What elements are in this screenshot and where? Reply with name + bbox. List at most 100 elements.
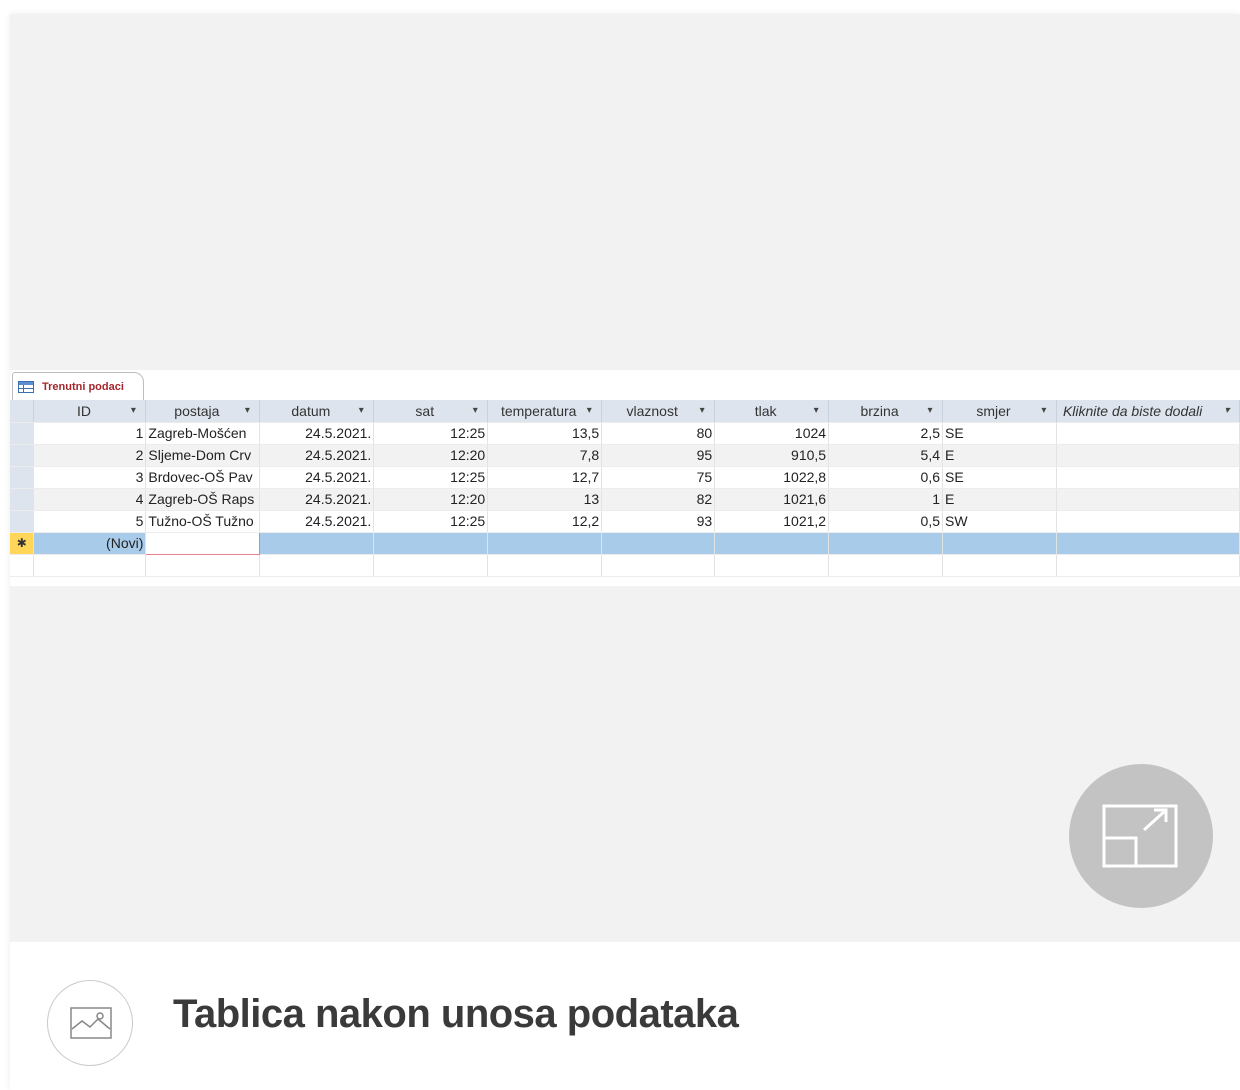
cell-brzina[interactable]: 0,5 xyxy=(828,510,944,533)
cell-sat[interactable]: 12:20 xyxy=(373,488,489,511)
new-record-row[interactable]: ✱ (Novi) xyxy=(10,531,1240,555)
cell-postaja[interactable]: Brdovec-OŠ Pav xyxy=(145,466,261,489)
cell-add[interactable] xyxy=(1056,532,1240,555)
cell-tlak[interactable] xyxy=(714,532,830,555)
column-header-id[interactable]: ID ▾ xyxy=(33,400,147,423)
image-icon-badge xyxy=(47,980,133,1066)
table-icon xyxy=(18,380,34,393)
table-row[interactable]: 2 Sljeme-Dom Crv 24.5.2021. 12:20 7,8 95… xyxy=(10,444,1240,467)
cell-add[interactable] xyxy=(1056,510,1240,533)
cell-vlaznost[interactable] xyxy=(601,532,716,555)
cell-sat[interactable]: 12:25 xyxy=(373,422,489,445)
cell-id[interactable]: 3 xyxy=(33,466,147,489)
cell-add[interactable] xyxy=(1056,422,1240,445)
row-selector[interactable] xyxy=(10,510,35,533)
row-selector[interactable] xyxy=(10,422,35,445)
cell-datum[interactable] xyxy=(259,532,375,555)
cell-tlak[interactable]: 1024 xyxy=(714,422,830,445)
image-viewer[interactable]: Trenutni podaci ID ▾ postaja ▾ datum ▾ sat ▾ xyxy=(10,14,1240,942)
cell-smjer[interactable] xyxy=(942,532,1057,555)
cell-datum[interactable]: 24.5.2021. xyxy=(259,466,375,489)
cell-smjer[interactable]: E xyxy=(942,488,1057,511)
row-selector[interactable] xyxy=(10,488,35,511)
cell-brzina[interactable]: 1 xyxy=(828,488,944,511)
expand-button[interactable] xyxy=(1069,764,1213,908)
table-row[interactable]: 4 Zagreb-OŠ Raps 24.5.2021. 12:20 13 82 … xyxy=(10,488,1240,511)
cell-temperatura[interactable]: 12,2 xyxy=(487,510,603,533)
cell-smjer[interactable]: SW xyxy=(942,510,1057,533)
header-row: ID ▾ postaja ▾ datum ▾ sat ▾ temperatura ▾ vl… xyxy=(10,400,1240,423)
cell-id[interactable]: 5 xyxy=(33,510,147,533)
tab-bar: Trenutni podaci xyxy=(10,370,1240,400)
dropdown-arrow-icon: ▾ xyxy=(130,405,136,417)
column-header-add[interactable]: Kliknite da biste dodali ▾ xyxy=(1056,400,1240,423)
cell-temperatura[interactable] xyxy=(487,532,603,555)
cell-sat[interactable]: 12:25 xyxy=(373,466,489,489)
tab-label: Trenutni podaci xyxy=(42,380,124,393)
table-row[interactable]: 3 Brdovec-OŠ Pav 24.5.2021. 12:25 12,7 7… xyxy=(10,466,1240,489)
cell-id[interactable]: 2 xyxy=(33,444,147,467)
cell-add[interactable] xyxy=(1056,444,1240,467)
column-header-sat[interactable]: sat ▾ xyxy=(373,400,489,423)
cell-datum[interactable]: 24.5.2021. xyxy=(259,444,375,467)
image-caption: Tablica nakon unosa podataka xyxy=(10,942,1240,1090)
cell-smjer[interactable]: SE xyxy=(942,422,1057,445)
cell-vlaznost[interactable]: 93 xyxy=(601,510,716,533)
cell-id[interactable]: 1 xyxy=(33,422,147,445)
image-icon xyxy=(70,1007,112,1039)
cell-temperatura[interactable]: 13,5 xyxy=(487,422,603,445)
cell-id[interactable]: 4 xyxy=(33,488,147,511)
row-selector[interactable] xyxy=(10,466,35,489)
column-header-smjer[interactable]: smjer ▾ xyxy=(942,400,1057,423)
cell-datum[interactable]: 24.5.2021. xyxy=(259,510,375,533)
cell-vlaznost[interactable]: 95 xyxy=(601,444,716,467)
caption-title: Tablica nakon unosa podataka xyxy=(173,992,739,1036)
column-header-postaja[interactable]: postaja ▾ xyxy=(145,400,261,423)
dropdown-arrow-icon: ▾ xyxy=(472,405,478,417)
cell-tlak[interactable]: 1022,8 xyxy=(714,466,830,489)
cell-postaja[interactable]: Zagreb-OŠ Raps xyxy=(145,488,261,511)
datasheet: Trenutni podaci ID ▾ postaja ▾ datum ▾ sat ▾ xyxy=(10,370,1240,586)
column-header-temperatura[interactable]: temperatura ▾ xyxy=(487,400,603,423)
column-header-vlaznost[interactable]: vlaznost ▾ xyxy=(601,400,716,423)
column-header-datum[interactable]: datum ▾ xyxy=(259,400,375,423)
cell-datum[interactable]: 24.5.2021. xyxy=(259,488,375,511)
dropdown-arrow-icon: ▾ xyxy=(927,405,933,417)
cell-vlaznost[interactable]: 82 xyxy=(601,488,716,511)
cell-brzina[interactable]: 0,6 xyxy=(828,466,944,489)
dropdown-arrow-icon: ▾ xyxy=(358,405,364,417)
cell-sat[interactable]: 12:25 xyxy=(373,510,489,533)
cell-postaja[interactable]: Zagreb-Mošćen xyxy=(145,422,261,445)
table-row[interactable]: 1 Zagreb-Mošćen 24.5.2021. 12:25 13,5 80… xyxy=(10,422,1240,445)
cell-vlaznost[interactable]: 75 xyxy=(601,466,716,489)
cell-temperatura[interactable]: 13 xyxy=(487,488,603,511)
cell-smjer[interactable]: E xyxy=(942,444,1057,467)
column-header-tlak[interactable]: tlak ▾ xyxy=(714,400,830,423)
cell-brzina[interactable]: 2,5 xyxy=(828,422,944,445)
table-row[interactable]: 5 Tužno-OŠ Tužno 24.5.2021. 12:25 12,2 9… xyxy=(10,510,1240,533)
cell-add[interactable] xyxy=(1056,466,1240,489)
cell-temperatura[interactable]: 12,7 xyxy=(487,466,603,489)
cell-brzina[interactable] xyxy=(828,532,944,555)
cell-tlak[interactable]: 1021,2 xyxy=(714,510,830,533)
cell-postaja[interactable]: Sljeme-Dom Crv xyxy=(145,444,261,467)
select-all-cell[interactable] xyxy=(10,400,35,423)
cell-sat[interactable]: 12:20 xyxy=(373,444,489,467)
active-cell-postaja[interactable] xyxy=(145,531,261,555)
dropdown-arrow-icon: ▾ xyxy=(813,405,819,417)
column-header-brzina[interactable]: brzina ▾ xyxy=(828,400,944,423)
cell-tlak[interactable]: 1021,6 xyxy=(714,488,830,511)
row-selector[interactable] xyxy=(10,444,35,467)
cell-datum[interactable]: 24.5.2021. xyxy=(259,422,375,445)
cell-tlak[interactable]: 910,5 xyxy=(714,444,830,467)
cell-smjer[interactable]: SE xyxy=(942,466,1057,489)
cell-temperatura[interactable]: 7,8 xyxy=(487,444,603,467)
cell-sat[interactable] xyxy=(373,532,489,555)
cell-add[interactable] xyxy=(1056,488,1240,511)
dropdown-arrow-icon: ▾ xyxy=(1041,405,1047,417)
new-record-id: (Novi) xyxy=(33,532,147,555)
cell-vlaznost[interactable]: 80 xyxy=(601,422,716,445)
cell-postaja[interactable]: Tužno-OŠ Tužno xyxy=(145,510,261,533)
tab-trenutni-podaci[interactable]: Trenutni podaci xyxy=(12,372,144,400)
cell-brzina[interactable]: 5,4 xyxy=(828,444,944,467)
